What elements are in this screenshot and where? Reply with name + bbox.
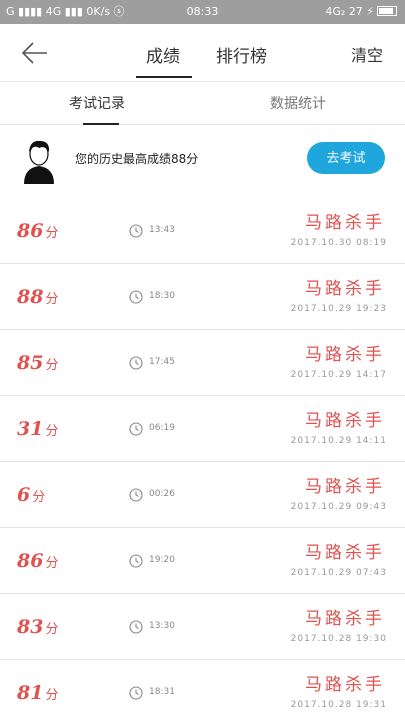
exam-duration: 13:30: [149, 621, 175, 631]
exam-duration: 17:45: [149, 357, 175, 367]
score-number: 88: [17, 286, 44, 308]
exam-date: 2017.10.28 19:30: [290, 634, 387, 644]
player-name: 马路杀手: [305, 345, 385, 365]
player-name: 马路杀手: [305, 675, 385, 695]
player-name: 马路杀手: [305, 609, 385, 629]
record-row[interactable]: 88 分 18:30 马路杀手 2017.10.29 19:23: [0, 264, 405, 330]
avatar: [24, 140, 54, 184]
player-name: 马路杀手: [305, 279, 385, 299]
best-score-card: 您的历史最高成绩88分 去考试: [0, 126, 405, 196]
score-value: 88 分: [17, 286, 58, 308]
record-row[interactable]: 6 分 00:26 马路杀手 2017.10.29 09:43: [0, 462, 405, 528]
score-value: 81 分: [17, 682, 58, 704]
record-row[interactable]: 86 分 13:43 马路杀手 2017.10.30 08:19: [0, 198, 405, 264]
clock-icon: [129, 620, 143, 634]
exam-duration: 19:20: [149, 555, 175, 565]
score-number: 86: [17, 550, 44, 572]
exam-date: 2017.10.29 19:23: [290, 304, 387, 314]
score-unit: 分: [45, 226, 59, 241]
exam-duration: 18:31: [149, 687, 175, 697]
score-number: 31: [17, 418, 44, 440]
battery-icon: [377, 6, 397, 16]
clock-icon: [129, 554, 143, 568]
exam-date: 2017.10.29 14:17: [290, 370, 387, 380]
score-value: 86 分: [17, 550, 58, 572]
tab-score[interactable]: 成绩: [136, 42, 192, 80]
player-name: 马路杀手: [305, 213, 385, 233]
score-value: 85 分: [17, 352, 58, 374]
record-row[interactable]: 81 分 18:31 马路杀手 2017.10.28 19:31: [0, 660, 405, 720]
record-row[interactable]: 85 分 17:45 马路杀手 2017.10.29 14:17: [0, 330, 405, 396]
score-value: 6分: [17, 484, 45, 506]
sub-tabs: 考试记录 数据统计: [0, 83, 405, 125]
clock-icon: [129, 356, 143, 370]
clock-icon: [129, 422, 143, 436]
exam-duration: 00:26: [149, 489, 175, 499]
exam-date: 2017.10.30 08:19: [290, 238, 387, 248]
score-value: 86 分: [17, 220, 58, 242]
score-unit: 分: [32, 490, 46, 505]
status-network: 4G₂ 27 ⚡: [325, 5, 374, 18]
score-number: 86: [17, 220, 44, 242]
clock-icon: [129, 488, 143, 502]
player-name: 马路杀手: [305, 477, 385, 497]
score-number: 6: [17, 484, 31, 506]
record-row[interactable]: 86 分 19:20 马路杀手 2017.10.29 07:43: [0, 528, 405, 594]
score-unit: 分: [45, 292, 59, 307]
start-exam-button[interactable]: 去考试: [307, 142, 385, 174]
exam-date: 2017.10.29 14:11: [290, 436, 387, 446]
tab-data-stats[interactable]: 数据统计: [270, 93, 326, 113]
exam-date: 2017.10.29 09:43: [290, 502, 387, 512]
player-name: 马路杀手: [305, 543, 385, 563]
back-arrow-icon[interactable]: [20, 38, 50, 68]
score-number: 81: [17, 682, 44, 704]
score-unit: 分: [45, 424, 59, 439]
top-bar: 成绩 排行榜 清空: [0, 24, 405, 82]
score-value: 83 分: [17, 616, 58, 638]
exam-date: 2017.10.28 19:31: [290, 700, 387, 710]
clock-icon: [129, 290, 143, 304]
status-bar: G ▮▮▮▮ 4G ▮▮▮ 0K/s ⓢ 08:33 4G₂ 27 ⚡: [0, 0, 405, 24]
clock-icon: [129, 224, 143, 238]
record-row[interactable]: 31 分 06:19 马路杀手 2017.10.29 14:11: [0, 396, 405, 462]
score-unit: 分: [45, 622, 59, 637]
player-name: 马路杀手: [305, 411, 385, 431]
clear-button[interactable]: 清空: [351, 42, 383, 66]
score-unit: 分: [45, 556, 59, 571]
score-number: 83: [17, 616, 44, 638]
score-unit: 分: [45, 688, 59, 703]
exam-duration: 18:30: [149, 291, 175, 301]
exam-duration: 13:43: [149, 225, 175, 235]
score-value: 31 分: [17, 418, 58, 440]
record-row[interactable]: 83 分 13:30 马路杀手 2017.10.28 19:30: [0, 594, 405, 660]
tab-exam-records[interactable]: 考试记录: [69, 93, 125, 125]
status-right: 4G₂ 27 ⚡: [325, 5, 397, 19]
exam-duration: 06:19: [149, 423, 175, 433]
tab-ranking[interactable]: 排行榜: [216, 42, 267, 80]
score-number: 85: [17, 352, 44, 374]
best-score-text: 您的历史最高成绩88分: [75, 152, 199, 166]
record-list: 86 分 13:43 马路杀手 2017.10.30 08:19 88 分 18:30 马路杀手…: [0, 198, 405, 720]
exam-date: 2017.10.29 07:43: [290, 568, 387, 578]
score-unit: 分: [45, 358, 59, 373]
clock-icon: [129, 686, 143, 700]
